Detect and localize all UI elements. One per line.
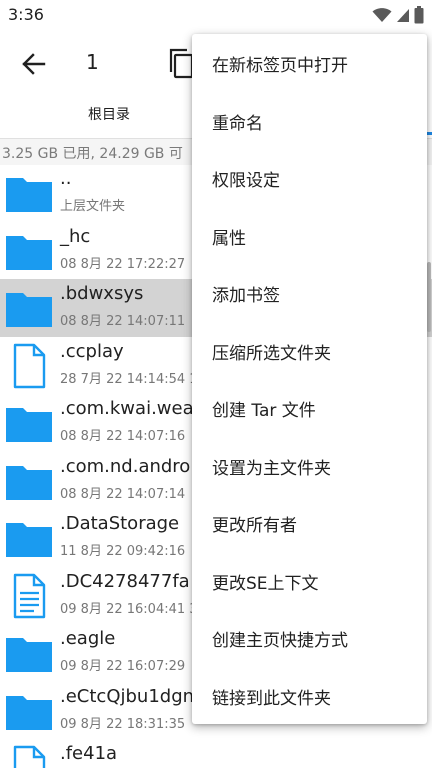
file-name: .ccplay [60,340,124,362]
menu-create-tar[interactable]: 创建 Tar 文件 [192,379,427,437]
back-button[interactable] [14,48,54,80]
folder-icon [6,293,52,327]
file-name: .DataStorage [60,513,180,534]
menu-item-label: 更改所有者 [212,516,297,536]
menu-item-label: 创建主页快捷方式 [212,631,348,651]
file-meta: 上层文件夹 [60,199,126,214]
folder-icon [6,638,52,672]
status-icons [372,6,424,24]
back-arrow-icon [22,53,46,75]
menu-link-to-folder[interactable]: 链接到此文件夹 [192,667,427,725]
signal-icon [397,9,409,22]
file-meta: 09 8月 22 16:04:41 3 [60,601,198,617]
status-time: 3:36 [8,5,44,24]
file-name: .com.kwai.wea [60,398,194,419]
menu-change-se-context[interactable]: 更改SE上下文 [192,552,427,610]
scrollbar-thumb[interactable] [427,262,431,332]
folder-icon [6,695,52,730]
menu-item-label: 权限设定 [212,171,280,191]
menu-add-bookmark[interactable]: 添加书签 [192,264,427,322]
file-meta: 08 8月 22 14:07:14 [60,486,186,502]
menu-set-home-folder[interactable]: 设置为主文件夹 [192,437,427,495]
file-row[interactable]: .fe41a [0,739,432,768]
wifi-icon [372,8,392,22]
menu-item-label: 创建 Tar 文件 [212,401,316,421]
menu-item-label: 属性 [212,228,246,249]
tab-root-directory[interactable]: 根目录 [72,104,146,124]
context-menu: 在新标签页中打开 重命名 权限设定 属性 添加书签 压缩所选文件夹 创建 Tar… [192,34,427,724]
file-icon [13,745,46,768]
document-icon [13,573,46,618]
file-meta: 08 8月 22 14:07:16 [60,429,186,444]
folder-icon [6,408,52,442]
folder-icon [6,178,52,212]
menu-item-label: 在新标签页中打开 [212,56,348,76]
file-meta: 08 8月 22 14:07:11 [60,314,186,329]
menu-item-label: 更改SE上下文 [212,573,319,594]
battery-icon [414,6,424,24]
file-name: .. [60,168,72,189]
menu-permissions[interactable]: 权限设定 [192,149,427,207]
file-name: .eCtcQjbu1dgn [60,685,195,707]
folder-icon [6,235,52,270]
menu-item-label: 重命名 [212,113,263,134]
file-name: .com.nd.andro [60,455,191,477]
page-title: 1 [86,50,99,74]
file-name: _hc [60,225,91,247]
menu-change-owner[interactable]: 更改所有者 [192,494,427,552]
file-name: .eagle [60,628,116,649]
menu-create-home-shortcut[interactable]: 创建主页快捷方式 [192,609,427,667]
file-name: .bdwxsys [60,283,144,304]
file-name: .DC4278477fa [60,570,190,592]
folder-icon [6,523,52,557]
file-meta: 09 8月 22 18:31:35 [60,716,186,732]
menu-compress-folder[interactable]: 压缩所选文件夹 [192,322,427,380]
menu-properties[interactable]: 属性 [192,207,427,265]
storage-info-text: 3.25 GB 已用, 24.29 GB 可 [2,146,183,162]
menu-open-in-new-tab[interactable]: 在新标签页中打开 [192,34,427,92]
folder-icon [6,465,52,500]
file-meta: 09 8月 22 16:07:29 [60,659,186,674]
menu-rename[interactable]: 重命名 [192,92,427,150]
file-meta: 28 7月 22 14:14:54 1 [60,371,198,387]
menu-item-label: 压缩所选文件夹 [212,343,331,364]
menu-item-label: 链接到此文件夹 [212,688,331,709]
file-meta: 08 8月 22 17:22:27 [60,256,186,272]
menu-item-label: 添加书签 [212,286,280,306]
file-name: .fe41a [60,743,118,764]
file-meta: 11 8月 22 09:42:16 [60,544,186,559]
menu-item-label: 设置为主文件夹 [212,458,331,479]
status-bar: 3:36 [0,0,432,30]
file-icon [13,343,46,388]
